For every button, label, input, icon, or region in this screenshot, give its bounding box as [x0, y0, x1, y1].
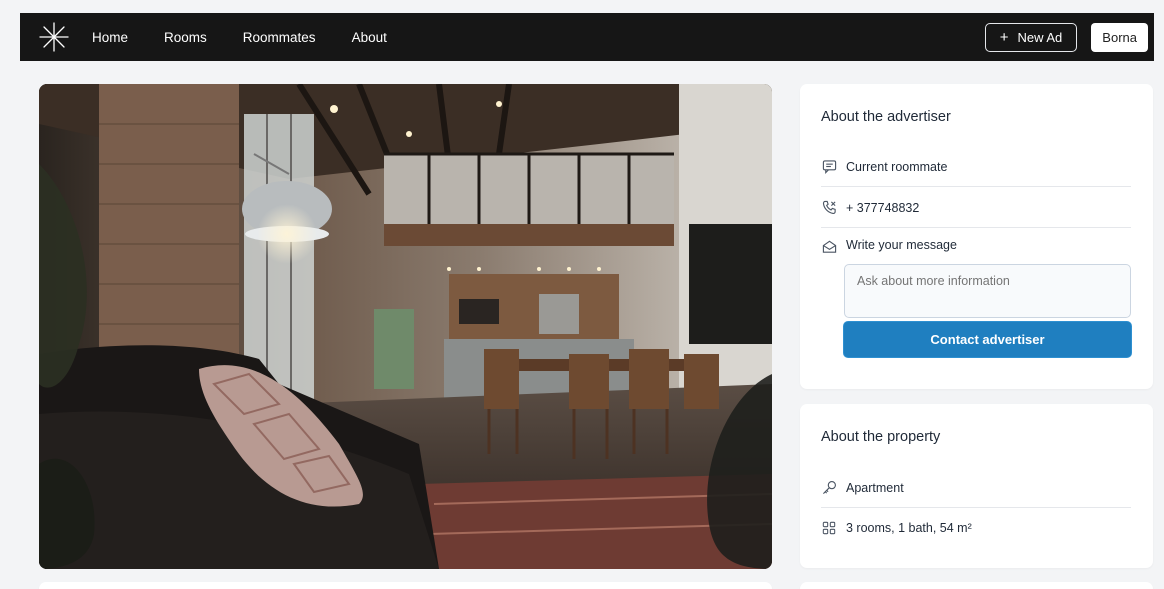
phone-icon: [821, 200, 837, 216]
loft-apartment-interior-photo: [39, 84, 772, 569]
new-ad-button[interactable]: + New Ad: [984, 22, 1078, 52]
nav-links: Home Rooms Roommates About: [92, 30, 423, 45]
advertiser-phone-row: + 377748832: [821, 188, 1131, 228]
advertiser-card: About the advertiser Current roommate + …: [800, 84, 1153, 389]
message-input[interactable]: [844, 264, 1131, 318]
property-photo[interactable]: [39, 84, 772, 569]
property-details: 3 rooms, 1 bath, 54 m²: [846, 521, 972, 535]
property-card: About the property Apartment 3 rooms, 1 …: [800, 404, 1153, 568]
nav-link-roommates[interactable]: Roommates: [243, 30, 316, 45]
message-label-row: Write your message: [821, 228, 1131, 264]
advertiser-phone[interactable]: + 377748832: [846, 201, 919, 215]
property-card-title: About the property: [821, 429, 941, 445]
advertiser-role: Current roommate: [846, 159, 948, 174]
secondary-card: [800, 582, 1153, 589]
property-details-row: 3 rooms, 1 bath, 54 m²: [821, 508, 1131, 548]
property-type-row: Apartment: [821, 468, 1131, 508]
advertiser-role-row: Current roommate: [821, 147, 1131, 187]
top-navbar: Home Rooms Roommates About + New Ad Born…: [20, 13, 1154, 61]
nav-link-about[interactable]: About: [352, 30, 387, 45]
user-menu-button[interactable]: Borna: [1091, 22, 1148, 52]
nav-link-rooms[interactable]: Rooms: [164, 30, 207, 45]
key-icon: [821, 480, 837, 496]
new-ad-label: New Ad: [1017, 29, 1063, 45]
plus-icon: +: [999, 28, 1009, 46]
advertiser-card-title: About the advertiser: [821, 109, 951, 125]
asterisk-logo-icon[interactable]: [38, 21, 70, 53]
property-type: Apartment: [846, 480, 904, 495]
nav-link-home[interactable]: Home: [92, 30, 128, 45]
chat-icon: [821, 159, 837, 175]
message-label: Write your message: [846, 238, 957, 252]
contact-advertiser-button[interactable]: Contact advertiser: [844, 322, 1131, 357]
grid-icon: [821, 520, 837, 536]
envelope-icon: [821, 238, 837, 254]
description-card: [39, 582, 772, 589]
nav-actions: + New Ad Borna: [984, 22, 1148, 52]
